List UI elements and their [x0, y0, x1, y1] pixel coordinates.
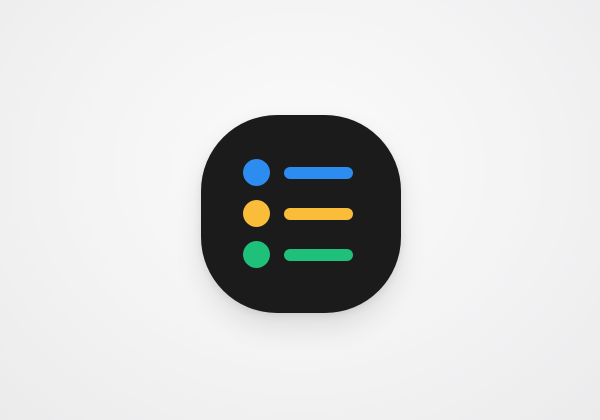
list-row: [201, 200, 401, 228]
list-row: [201, 159, 401, 187]
list-row: [201, 241, 401, 269]
list-line-bar: [284, 208, 353, 220]
bullet-dot-icon: [243, 200, 270, 227]
list-line-bar: [284, 167, 353, 179]
bullet-dot-icon: [243, 241, 270, 268]
list-app-icon[interactable]: [201, 115, 401, 313]
desktop-background: [0, 0, 600, 420]
bullet-dot-icon: [243, 159, 270, 186]
list-line-bar: [284, 249, 353, 261]
